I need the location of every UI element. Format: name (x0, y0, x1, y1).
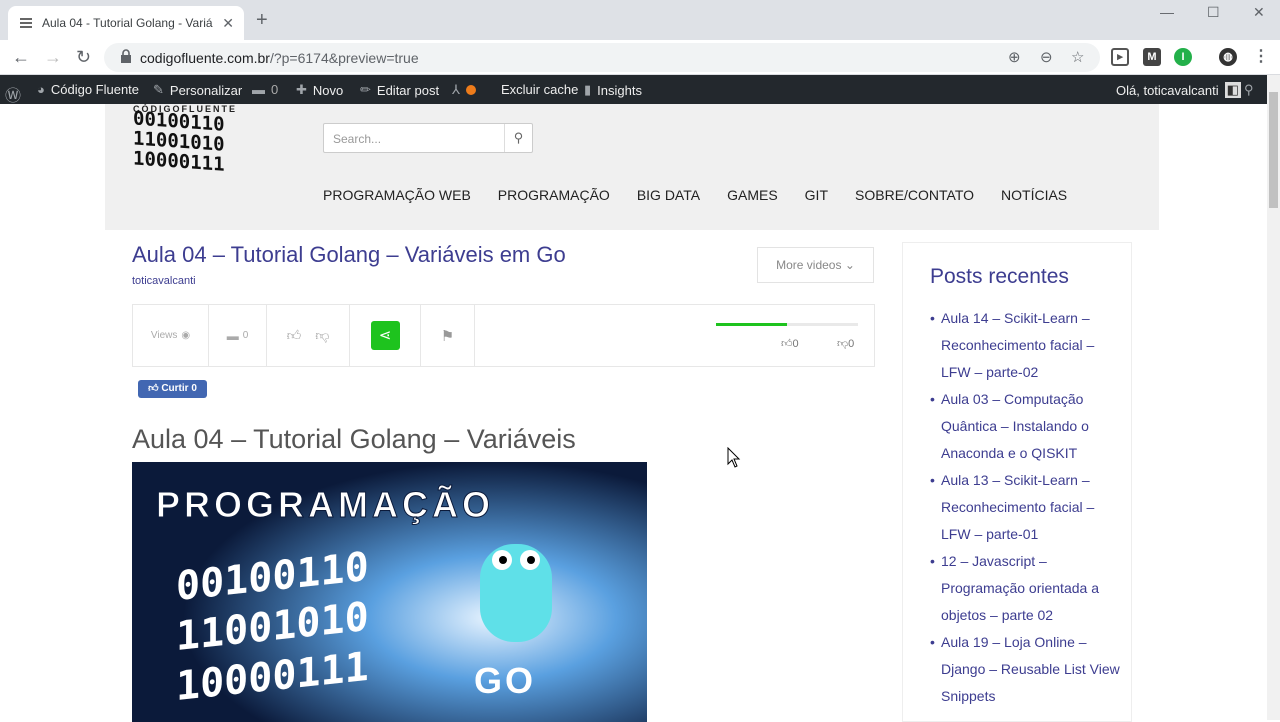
fb-thumb-icon: 👍︎ (148, 383, 159, 394)
address-bar[interactable]: codigofluente.com.br/?p=6174&preview=tru… (104, 43, 1100, 72)
thumbs-up-icon[interactable]: 👍︎ (287, 327, 302, 344)
likes-count: 👍︎0 (781, 338, 799, 350)
menu-item-programacao-web[interactable]: PROGRAMAÇÃO WEB (323, 187, 471, 203)
avatar: ◧ (1224, 82, 1241, 98)
recent-post-link[interactable]: Aula 03 – Computação Quântica – Instalan… (930, 386, 1120, 467)
logo-bits: 00100110 11001010 10000111 (133, 107, 225, 176)
bar-chart-icon: ▮ (584, 82, 592, 97)
address-toolbar: ← → ↻ codigofluente.com.br/?p=6174&previ… (0, 40, 1280, 75)
window-close-icon[interactable]: ✕ (1253, 4, 1265, 21)
star-icon[interactable]: ☆ (1071, 48, 1084, 66)
tab-title: Aula 04 - Tutorial Golang - Variá (42, 16, 213, 30)
comments-counter[interactable]: ▬ 0 (209, 305, 267, 366)
wp-edit-post-link[interactable]: ✏ Editar post (360, 82, 439, 98)
wp-insights-link[interactable]: ▮ Insights (584, 82, 642, 98)
menu-item-sobre-contato[interactable]: SOBRE/CONTATO (855, 187, 974, 203)
back-icon[interactable]: ← (12, 47, 30, 68)
wp-new-link[interactable]: ✚ Novo (296, 82, 343, 98)
more-videos-button[interactable]: More videos ⌄ (757, 247, 874, 283)
page-scrollbar[interactable] (1267, 75, 1280, 720)
site-logo[interactable]: CÓDIGOFLUENTE 00100110 11001010 10000111 (133, 104, 293, 180)
wp-search-icon[interactable]: ⚲ (1244, 82, 1254, 98)
browser-tab[interactable]: Aula 04 - Tutorial Golang - Variá ✕ (8, 6, 244, 40)
wp-admin-bar: Ⓦ ◕ Código Fluente ✎ Personalizar ▬ 0 ✚ Novo… (0, 75, 1267, 106)
thumbs-down-icon[interactable]: 👎︎ (315, 327, 329, 344)
site-header: CÓDIGOFLUENTE 00100110 11001010 10000111… (105, 104, 1159, 230)
add-icon[interactable]: ⊕ (1008, 48, 1021, 66)
forward-icon[interactable]: → (44, 47, 62, 68)
media-extension-icon[interactable]: ▸ (1111, 48, 1129, 66)
zoom-icon[interactable]: ⊖ (1040, 48, 1053, 66)
share-button-cell: ⋖ (350, 305, 421, 366)
menu-item-games[interactable]: GAMES (727, 187, 778, 203)
search-box[interactable]: Search... ⚲ (323, 123, 533, 153)
wp-site-link[interactable]: ◕ Código Fluente (37, 82, 139, 97)
dislikes-count: 👎︎0 (837, 338, 855, 350)
hero-heading: PROGRAMAÇÃO (156, 484, 494, 526)
recent-post-link[interactable]: Aula 13 – Scikit-Learn – Reconhecimento … (930, 467, 1120, 548)
green-extension-icon[interactable]: I (1174, 48, 1192, 66)
browser-tabstrip: Aula 04 - Tutorial Golang - Variá ✕ + — … (0, 0, 1280, 40)
dashboard-icon: ◕ (37, 82, 45, 97)
close-tab-icon[interactable]: ✕ (222, 15, 234, 32)
like-ratio-bar (716, 323, 858, 326)
eye-icon: ◉ (181, 330, 191, 341)
flag-icon: ⚑ (440, 327, 455, 345)
menu-dots-icon[interactable]: ⋮ (1252, 48, 1270, 66)
recent-post-link[interactable]: Aula 14 – Scikit-Learn – Reconhecimento … (930, 305, 1120, 386)
recent-post-link[interactable]: 12 – Javascript – Programação orientada … (930, 548, 1120, 629)
wp-yoast-link[interactable]: ⅄ (452, 82, 476, 98)
hero-go-text: GO (474, 660, 537, 701)
wp-customize-link[interactable]: ✎ Personalizar (153, 82, 242, 98)
hero-bits: 00100110 11001010 10000111 (176, 543, 369, 711)
video-title[interactable]: Aula 04 – Tutorial Golang – Variáveis em… (132, 242, 566, 268)
menu-item-git[interactable]: GIT (805, 187, 828, 203)
views-counter: Views ◉ (133, 305, 209, 366)
wp-comments-link[interactable]: ▬ 0 (252, 82, 278, 97)
new-tab-icon[interactable]: + (256, 10, 268, 30)
video-stats-bar: Views ◉ ▬ 0 👍︎ 👎︎ ⋖ ⚑ 👍︎0 👎︎0 (132, 304, 875, 367)
recent-posts-heading: Posts recentes (930, 265, 1069, 288)
search-input[interactable]: Search... (333, 132, 381, 146)
lock-icon (121, 49, 131, 63)
like-dislike-buttons: 👍︎ 👎︎ (267, 305, 350, 366)
like-ratio-fill (716, 323, 787, 326)
reload-icon[interactable]: ↻ (76, 47, 91, 68)
wp-account-link[interactable]: Olá, toticavalcanti ◧ (1116, 82, 1241, 98)
main-content: Aula 04 – Tutorial Golang – Variáveis em… (105, 230, 1159, 722)
pencil-icon: ✏ (360, 82, 371, 97)
scrollbar-thumb[interactable] (1269, 92, 1278, 208)
video-author[interactable]: toticavalcanti (132, 275, 196, 287)
menu-item-programacao[interactable]: PROGRAMAÇÃO (498, 187, 610, 203)
page-viewport: CÓDIGOFLUENTE 00100110 11001010 10000111… (0, 104, 1267, 722)
favicon-icon (20, 18, 32, 28)
post-hero-image: PROGRAMAÇÃO 00100110 11001010 10000111 G… (132, 462, 647, 722)
recent-posts-widget: Posts recentes Aula 14 – Scikit-Learn – … (902, 242, 1132, 722)
share-icon[interactable]: ⋖ (370, 321, 400, 350)
mouse-cursor-icon (727, 447, 741, 468)
recent-posts-list: Aula 14 – Scikit-Learn – Reconhecimento … (930, 305, 1120, 710)
url-text: codigofluente.com.br/?p=6174&preview=tru… (140, 50, 419, 66)
search-icon[interactable]: ⚲ (504, 124, 532, 152)
seo-status-dot (465, 85, 476, 95)
brush-icon: ✎ (153, 82, 164, 97)
minimize-icon[interactable]: — (1160, 4, 1174, 20)
menu-item-big-data[interactable]: BIG DATA (637, 187, 700, 203)
recent-post-link[interactable]: Aula 19 – Loja Online – Django – Reusabl… (930, 629, 1120, 710)
plus-icon: ✚ (296, 82, 307, 97)
facebook-like-button[interactable]: 👍︎ Curtir 0 (138, 380, 207, 398)
chevron-down-icon: ⌄ (844, 258, 855, 272)
comment-icon: ▬ (226, 328, 239, 343)
yoast-icon: ⅄ (452, 82, 460, 97)
m-extension-icon[interactable]: M (1143, 48, 1161, 66)
profile-icon[interactable]: ◍ (1219, 48, 1237, 66)
main-menu: PROGRAMAÇÃO WEB PROGRAMAÇÃO BIG DATA GAM… (323, 187, 1067, 203)
report-flag[interactable]: ⚑ (421, 305, 475, 366)
wp-logo-icon[interactable]: Ⓦ (5, 82, 21, 106)
comment-icon: ▬ (252, 82, 265, 97)
post-title: Aula 04 – Tutorial Golang – Variáveis (132, 424, 576, 454)
maximize-icon[interactable]: ☐ (1207, 4, 1220, 21)
menu-item-noticias[interactable]: NOTÍCIAS (1001, 187, 1067, 203)
wp-clear-cache-link[interactable]: Excluir cache (501, 82, 578, 97)
